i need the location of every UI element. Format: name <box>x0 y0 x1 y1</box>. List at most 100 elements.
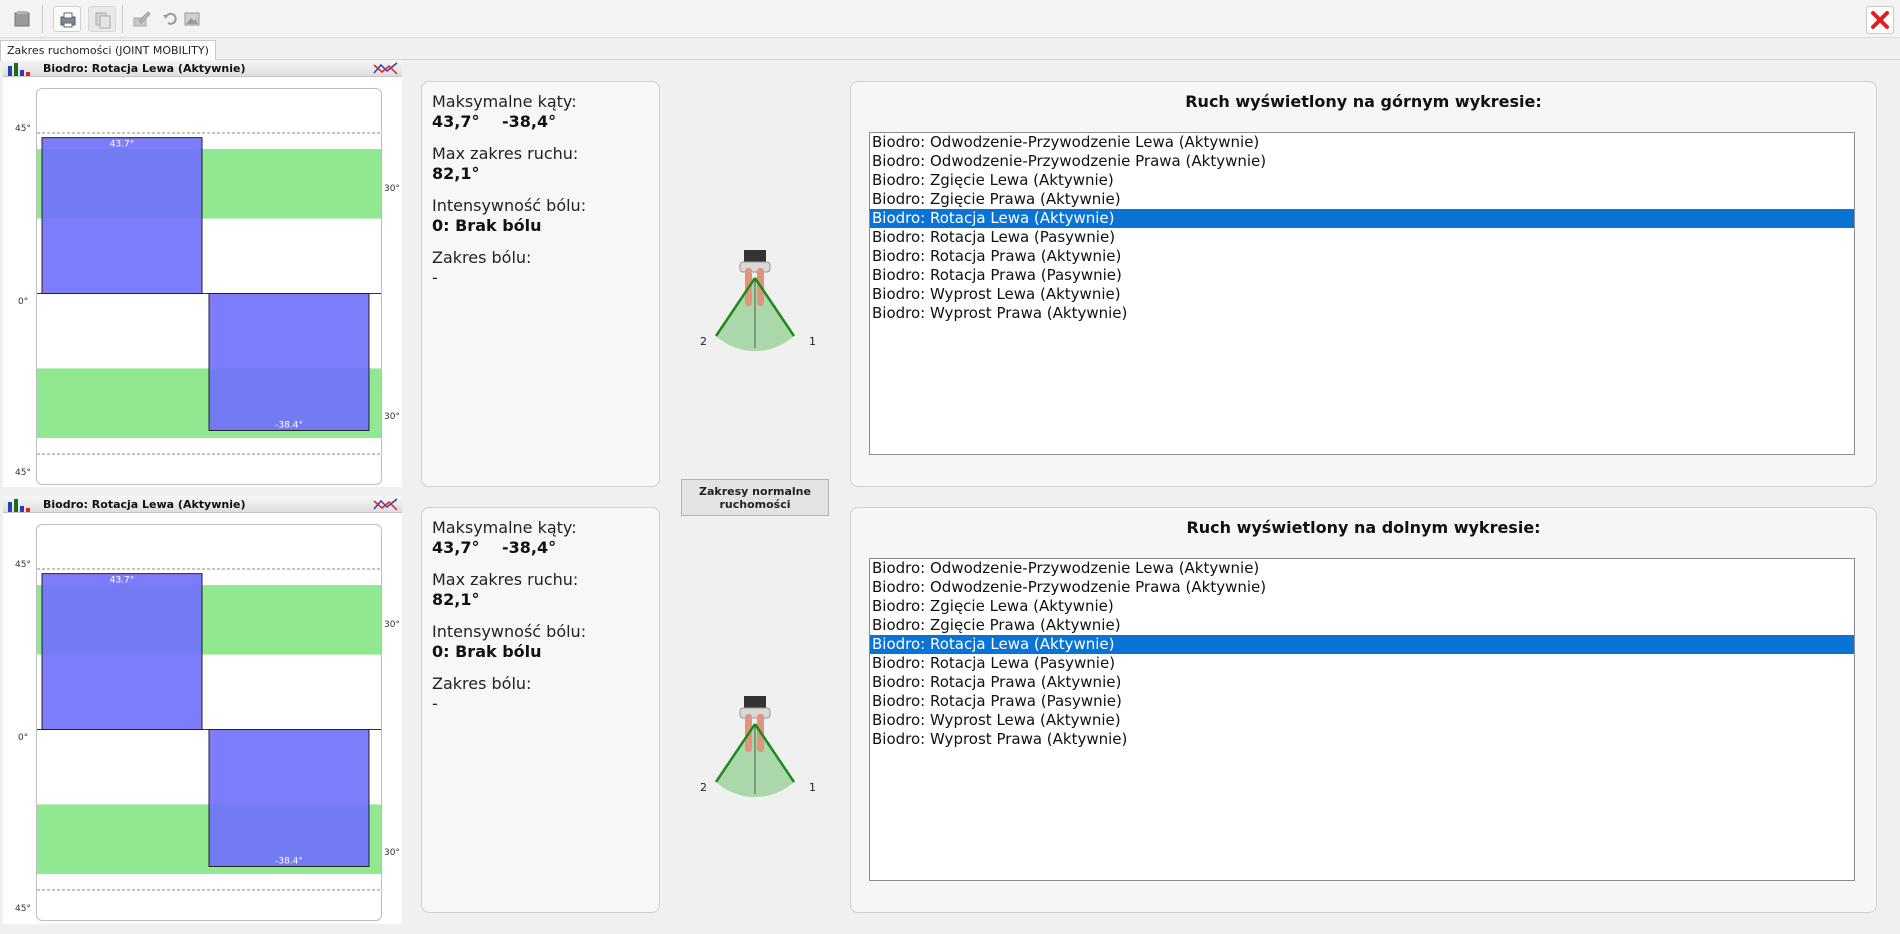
normal-range-label-lower: 30° <box>384 412 400 422</box>
max-angles-label: Maksymalne kąty: <box>432 518 577 537</box>
edit-button[interactable] <box>128 6 156 32</box>
list-item[interactable]: Biodro: Wyprost Lewa (Aktywnie) <box>870 711 1854 730</box>
chart-header: Biodro: Rotacja Lewa (Aktywnie) <box>3 60 402 77</box>
chart-title: Biodro: Rotacja Lewa (Aktywnie) <box>43 62 246 75</box>
bar-chart-icon <box>8 63 30 76</box>
max-angle-1: 43,7° <box>432 538 480 557</box>
pain-intensity-value: 0: Brak bólu <box>432 216 542 235</box>
normal-ranges-button[interactable]: Zakresy normalne ruchomości <box>681 479 829 516</box>
list-item[interactable]: Biodro: Wyprost Lewa (Aktywnie) <box>870 285 1854 304</box>
list-item[interactable]: Biodro: Odwodzenie-Przywodzenie Lewa (Ak… <box>870 133 1854 152</box>
close-button[interactable] <box>1866 6 1894 34</box>
list-item[interactable]: Biodro: Rotacja Prawa (Pasywnie) <box>870 266 1854 285</box>
normal-ranges-line1: Zakresy normalne <box>699 485 811 498</box>
chart-type-toggle-icon[interactable] <box>373 498 399 511</box>
bar-value-label: -38.4° <box>275 856 303 866</box>
list-item[interactable]: Biodro: Zgięcie Lewa (Aktywnie) <box>870 171 1854 190</box>
hip-rotation-illustration: 2 1 <box>700 250 816 352</box>
direction-label-left: 2 <box>700 335 707 348</box>
bar-chart: 43.7° -38.4° <box>37 132 381 455</box>
chart-title: Biodro: Rotacja Lewa (Aktywnie) <box>43 498 246 511</box>
max-range-value: 82,1° <box>432 164 480 183</box>
pain-intensity-label: Intensywność bólu: <box>432 622 587 641</box>
y-tick-zero: 0° <box>18 733 29 743</box>
list-item[interactable]: Biodro: Odwodzenie-Przywodzenie Prawa (A… <box>870 152 1854 171</box>
pain-range-value: - <box>432 268 438 287</box>
edit-icon <box>133 11 151 27</box>
list-item[interactable]: Biodro: Odwodzenie-Przywodzenie Prawa (A… <box>870 578 1854 597</box>
list-item[interactable]: Biodro: Wyprost Prawa (Aktywnie) <box>870 304 1854 323</box>
database-button[interactable] <box>8 6 36 32</box>
copy-button[interactable] <box>88 6 116 32</box>
y-tick-bottom: 45° <box>15 468 31 478</box>
bar-value-label: -38.4° <box>275 420 303 430</box>
bar-value-label: 43.7° <box>110 576 135 586</box>
pain-range-label: Zakres bólu: <box>432 674 532 693</box>
stats-panel-lower: Maksymalne kąty: 43,7° -38,4° Max zakres… <box>421 507 660 913</box>
list-item[interactable]: Biodro: Odwodzenie-Przywodzenie Lewa (Ak… <box>870 559 1854 578</box>
list-item[interactable]: Biodro: Rotacja Prawa (Aktywnie) <box>870 673 1854 692</box>
y-tick-zero: 0° <box>18 297 29 307</box>
chart-area: 43.7° -38.4° <box>36 88 382 485</box>
data-bar <box>208 293 370 431</box>
lower-panel-title: Ruch wyświetlony na dolnym wykresie: <box>1186 518 1541 537</box>
data-bar <box>41 573 203 730</box>
max-range-label: Max zakres ruchu: <box>432 144 579 163</box>
image-icon <box>184 12 200 26</box>
stats-panel-upper: Maksymalne kąty: 43,7° -38,4° Max zakres… <box>421 81 660 487</box>
bar-value-label: 43.7° <box>110 140 135 150</box>
data-bar <box>41 137 203 294</box>
print-button[interactable] <box>53 6 81 32</box>
chart-panel-upper: Biodro: Rotacja Lewa (Aktywnie) 43.7° -38… <box>3 60 402 487</box>
close-icon <box>1871 11 1889 29</box>
lower-chart-selection-panel: Ruch wyświetlony na dolnym wykresie: Bio… <box>850 507 1877 913</box>
undo-icon <box>163 12 177 25</box>
y-tick-top: 45° <box>15 560 31 570</box>
list-item[interactable]: Biodro: Zgięcie Prawa (Aktywnie) <box>870 190 1854 209</box>
pain-intensity-value: 0: Brak bólu <box>432 642 542 661</box>
max-angle-2: -38,4° <box>502 112 557 131</box>
hip-rotation-illustration: 2 1 <box>700 696 816 798</box>
pain-range-label: Zakres bólu: <box>432 248 532 267</box>
printer-icon <box>60 12 76 28</box>
data-bar <box>208 729 370 867</box>
max-angle-1: 43,7° <box>432 112 480 131</box>
upper-chart-selection-panel: Ruch wyświetlony na górnym wykresie: Bio… <box>850 81 1877 487</box>
toolbar <box>0 0 1900 38</box>
pain-intensity-label: Intensywność bólu: <box>432 196 587 215</box>
bar-chart: 43.7° -38.4° <box>37 568 381 891</box>
chart-type-toggle-icon[interactable] <box>373 62 399 75</box>
lower-movement-list[interactable]: Biodro: Odwodzenie-Przywodzenie Lewa (Ak… <box>869 558 1855 881</box>
database-icon <box>14 11 30 27</box>
list-item[interactable]: Biodro: Rotacja Prawa (Pasywnie) <box>870 692 1854 711</box>
normal-ranges-line2: ruchomości <box>719 498 791 511</box>
max-angles-label: Maksymalne kąty: <box>432 92 577 111</box>
max-angle-2: -38,4° <box>502 538 557 557</box>
direction-label-left: 2 <box>700 781 707 794</box>
chart-header: Biodro: Rotacja Lewa (Aktywnie) <box>3 496 402 513</box>
chart-area: 43.7° -38.4° <box>36 524 382 921</box>
max-range-label: Max zakres ruchu: <box>432 570 579 589</box>
tab-bar <box>0 37 1900 60</box>
pain-range-value: - <box>432 694 438 713</box>
list-item[interactable]: Biodro: Wyprost Prawa (Aktywnie) <box>870 730 1854 749</box>
direction-label-right: 1 <box>809 781 816 794</box>
undo-button[interactable] <box>158 6 178 32</box>
list-item[interactable]: Biodro: Rotacja Lewa (Aktywnie) <box>870 635 1854 654</box>
max-range-value: 82,1° <box>432 590 480 609</box>
y-tick-top: 45° <box>15 124 31 134</box>
normal-range-label-upper: 30° <box>384 620 400 630</box>
image-button[interactable] <box>180 6 200 32</box>
tab-joint-mobility[interactable]: Zakres ruchomości (JOINT MOBILITY) <box>0 40 216 61</box>
upper-panel-title: Ruch wyświetlony na górnym wykresie: <box>1185 92 1542 111</box>
list-item[interactable]: Biodro: Zgięcie Lewa (Aktywnie) <box>870 597 1854 616</box>
list-item[interactable]: Biodro: Rotacja Lewa (Pasywnie) <box>870 228 1854 247</box>
list-item[interactable]: Biodro: Rotacja Lewa (Pasywnie) <box>870 654 1854 673</box>
list-item[interactable]: Biodro: Rotacja Lewa (Aktywnie) <box>870 209 1854 228</box>
normal-range-label-lower: 30° <box>384 848 400 858</box>
copy-icon <box>95 12 111 29</box>
list-item[interactable]: Biodro: Zgięcie Prawa (Aktywnie) <box>870 616 1854 635</box>
upper-movement-list[interactable]: Biodro: Odwodzenie-Przywodzenie Lewa (Ak… <box>869 132 1855 455</box>
list-item[interactable]: Biodro: Rotacja Prawa (Aktywnie) <box>870 247 1854 266</box>
direction-label-right: 1 <box>809 335 816 348</box>
